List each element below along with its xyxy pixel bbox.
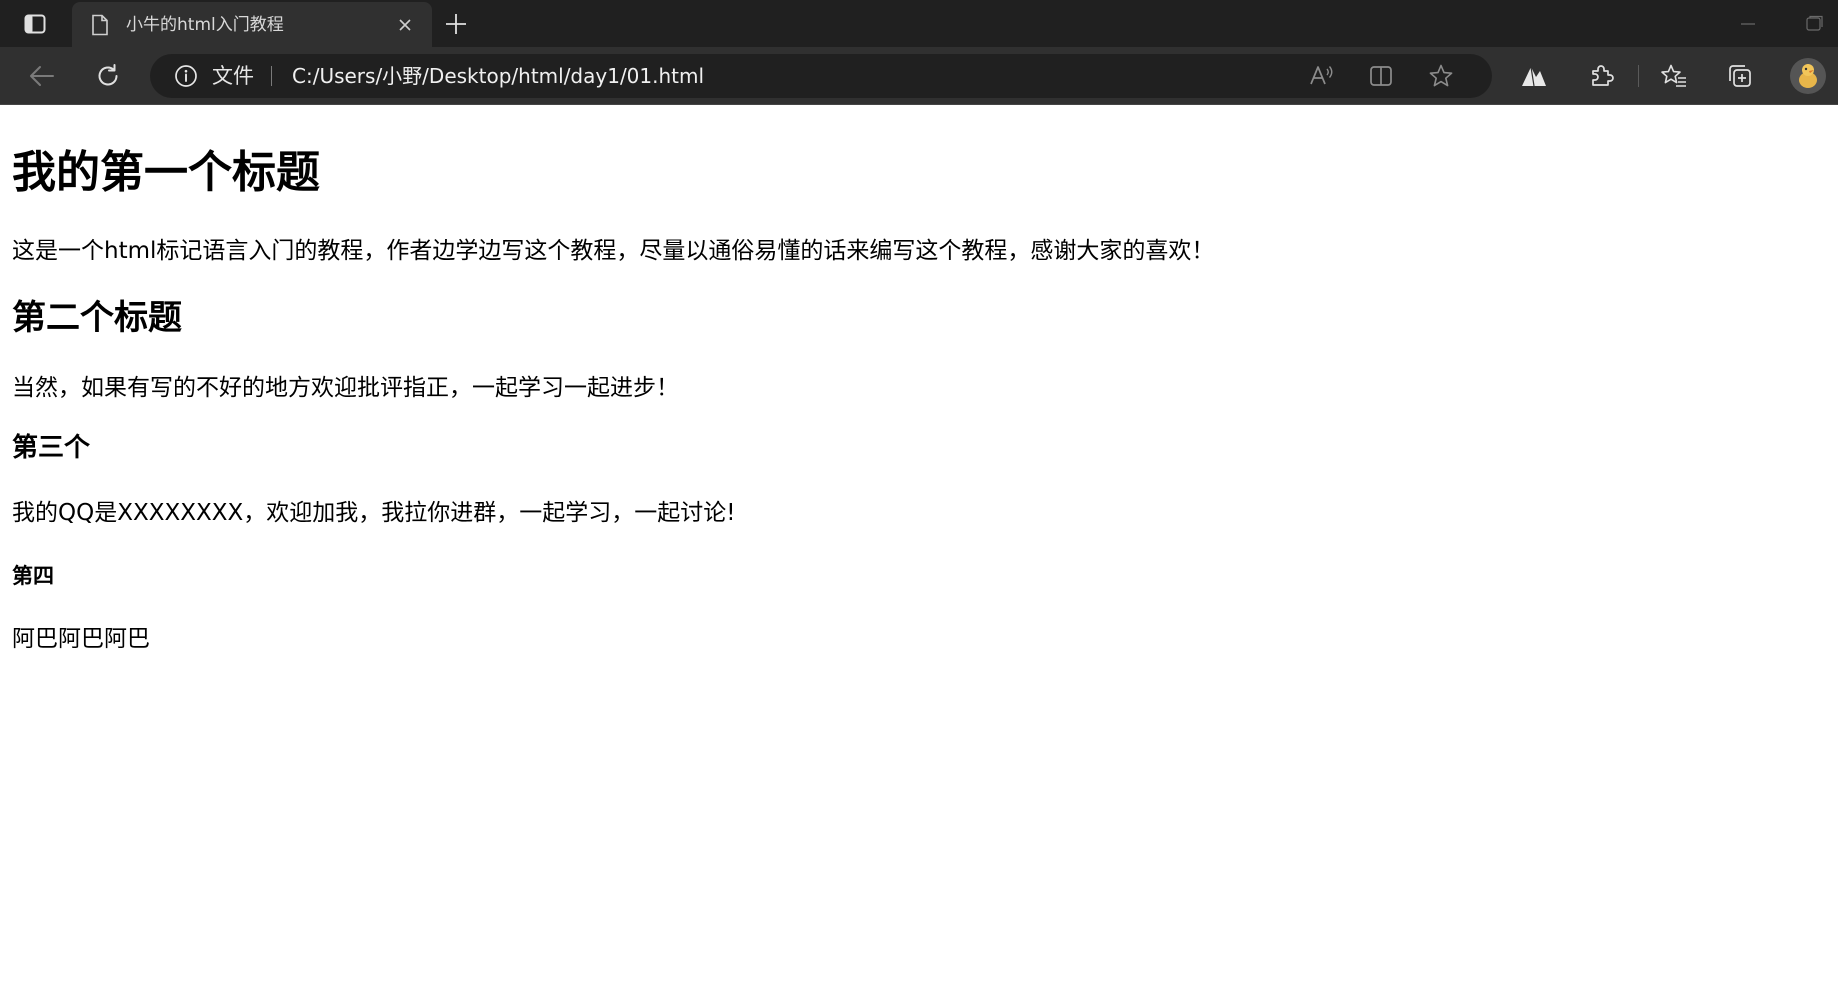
heading-1: 我的第一个标题: [12, 147, 320, 198]
heading-4: 第四: [12, 564, 54, 588]
site-info-label[interactable]: 文件: [212, 64, 254, 88]
favorites-button[interactable]: [1656, 58, 1692, 94]
url-text[interactable]: C:/Users/小野/Desktop/html/day1/01.html: [292, 64, 704, 88]
page-icon: [92, 14, 108, 36]
puzzle-icon: [1592, 65, 1614, 86]
tab-actions-icon: [24, 14, 46, 34]
heading-3: 第三个: [12, 433, 91, 463]
extensions-button[interactable]: [1583, 58, 1619, 94]
address-bar[interactable]: 文件 C:/Users/小野/Desktop/html/day1/01.html: [150, 54, 1492, 98]
new-tab-button[interactable]: [441, 10, 471, 38]
split-screen-icon[interactable]: [1368, 63, 1394, 89]
tab-actions-button[interactable]: [16, 11, 54, 37]
refresh-button[interactable]: [90, 58, 126, 94]
paragraph-3: 我的QQ是XXXXXXXX，欢迎加我，我拉你进群，一起学习，一起讨论!: [12, 500, 736, 526]
paragraph-4: 阿巴阿巴阿巴: [12, 626, 150, 652]
favorites-icon: [1661, 64, 1686, 87]
tab-active[interactable]: 小牛的html入门教程: [72, 2, 432, 47]
browser-window: 小牛的html入门教程 文件 C:/Users/小野/Desktop/html/…: [0, 0, 1838, 1008]
star-icon[interactable]: [1428, 63, 1454, 89]
avatar-icon: [1790, 58, 1826, 94]
paragraph-1: 这是一个html标记语言入门的教程，作者边学边写这个教程，尽量以通俗易懂的话来编…: [12, 238, 1215, 264]
tab-title: 小牛的html入门教程: [126, 15, 284, 35]
paragraph-2: 当然，如果有写的不好的地方欢迎批评指正，一起学习一起进步！: [12, 375, 679, 401]
back-arrow-icon: [30, 66, 54, 86]
triangle-extension-icon: [1522, 66, 1546, 87]
info-icon[interactable]: [174, 64, 198, 88]
back-button[interactable]: [24, 58, 60, 94]
triangle-extension-button[interactable]: [1516, 58, 1552, 94]
toolbar: 文件 C:/Users/小野/Desktop/html/day1/01.html: [0, 47, 1838, 105]
read-aloud-icon[interactable]: [1308, 63, 1334, 89]
collections-icon: [1729, 65, 1751, 87]
profile-avatar-button[interactable]: [1790, 58, 1826, 94]
tab-close-button[interactable]: [394, 14, 416, 36]
page-content: 我的第一个标题 这是一个html标记语言入门的教程，作者边学边写这个教程，尽量以…: [0, 106, 1838, 1008]
heading-2: 第二个标题: [12, 298, 182, 338]
plus-icon: [446, 14, 466, 34]
address-divider: [271, 66, 272, 86]
collections-button[interactable]: [1722, 58, 1758, 94]
minimize-button[interactable]: [1737, 14, 1759, 34]
close-icon: [399, 19, 411, 31]
toolbar-separator: [1638, 65, 1639, 87]
tab-strip: 小牛的html入门教程: [0, 0, 1838, 47]
refresh-icon: [98, 64, 118, 86]
restore-button[interactable]: [1803, 14, 1825, 34]
